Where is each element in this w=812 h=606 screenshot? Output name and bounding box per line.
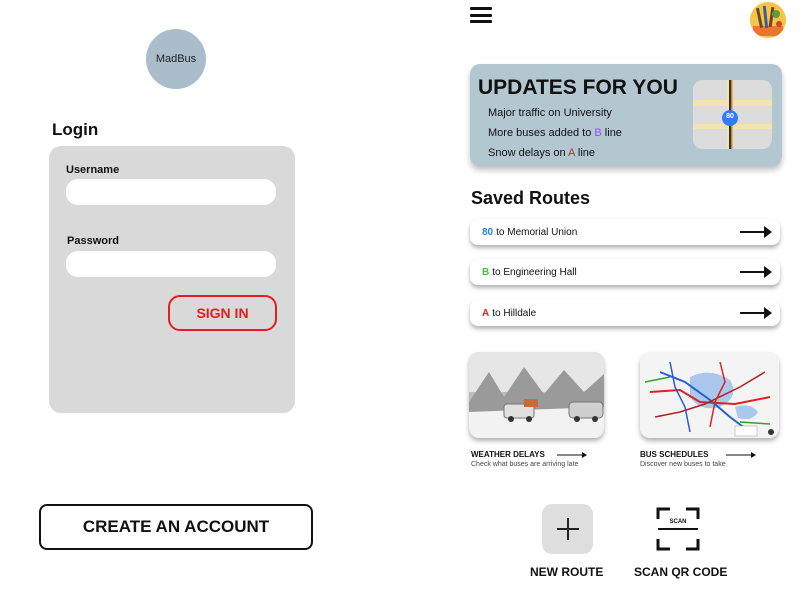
madbus-logo: MadBus: [146, 29, 206, 89]
bus-map-image: [640, 352, 779, 438]
arrow-right-icon: [740, 307, 772, 319]
username-label: Username: [66, 164, 120, 176]
scan-qr-icon[interactable]: SCAN: [656, 507, 700, 551]
route-destination: to Memorial Union: [496, 226, 578, 238]
new-route-label[interactable]: NEW ROUTE: [530, 565, 603, 579]
card-title: BUS SCHEDULES: [640, 450, 709, 459]
saved-route-row[interactable]: 80 to Memorial Union: [470, 219, 780, 245]
login-card: Username Password: [49, 146, 295, 413]
weather-delays-card[interactable]: WEATHER DELAYS Check what buses are arri…: [469, 352, 604, 468]
route-destination: to Engineering Hall: [492, 266, 577, 278]
map-thumbnail: 80: [693, 80, 772, 149]
card-title: WEATHER DELAYS: [471, 450, 545, 459]
arrow-right-icon: [740, 266, 772, 278]
create-account-button[interactable]: CREATE AN ACCOUNT: [39, 504, 313, 550]
updates-title: UPDATES FOR YOU: [478, 76, 678, 99]
weather-photo: [469, 352, 604, 438]
updates-card[interactable]: UPDATES FOR YOU Major traffic on Univers…: [470, 64, 782, 166]
sign-in-button[interactable]: SIGN IN: [168, 295, 277, 331]
scan-icon-text: SCAN: [669, 519, 687, 525]
saved-routes-title: Saved Routes: [471, 188, 591, 208]
plus-icon: [556, 518, 579, 540]
bus-schedules-card[interactable]: BUS SCHEDULES Discover new buses to take: [640, 352, 779, 468]
new-route-button[interactable]: [542, 504, 593, 554]
arrow-right-icon: [740, 226, 772, 238]
password-field[interactable]: [66, 251, 276, 277]
route-code: 80: [482, 226, 494, 238]
password-label: Password: [67, 235, 119, 247]
arrow-right-icon: [726, 452, 756, 458]
hamburger-icon[interactable]: [470, 7, 492, 23]
avatar[interactable]: [750, 2, 786, 38]
route-badge: 80: [726, 113, 734, 120]
saved-route-row[interactable]: A to Hilldale: [470, 300, 780, 326]
update-item: Snow delays on A line: [488, 147, 596, 159]
route-code: A: [482, 307, 490, 319]
update-item: Major traffic on University: [488, 107, 612, 119]
logo-text: MadBus: [155, 53, 197, 65]
card-subtitle: Discover new buses to take: [640, 461, 726, 468]
update-item: More buses added to B line: [488, 127, 622, 139]
route-code: B: [482, 266, 490, 278]
username-field[interactable]: [66, 179, 276, 205]
scan-qr-label[interactable]: SCAN QR CODE: [634, 565, 727, 579]
card-subtitle: Check what buses are arriving late: [471, 461, 579, 468]
route-destination: to Hilldale: [492, 307, 537, 319]
login-title: Login: [52, 120, 99, 139]
saved-route-row[interactable]: B to Engineering Hall: [470, 259, 780, 285]
arrow-right-icon: [557, 452, 587, 458]
